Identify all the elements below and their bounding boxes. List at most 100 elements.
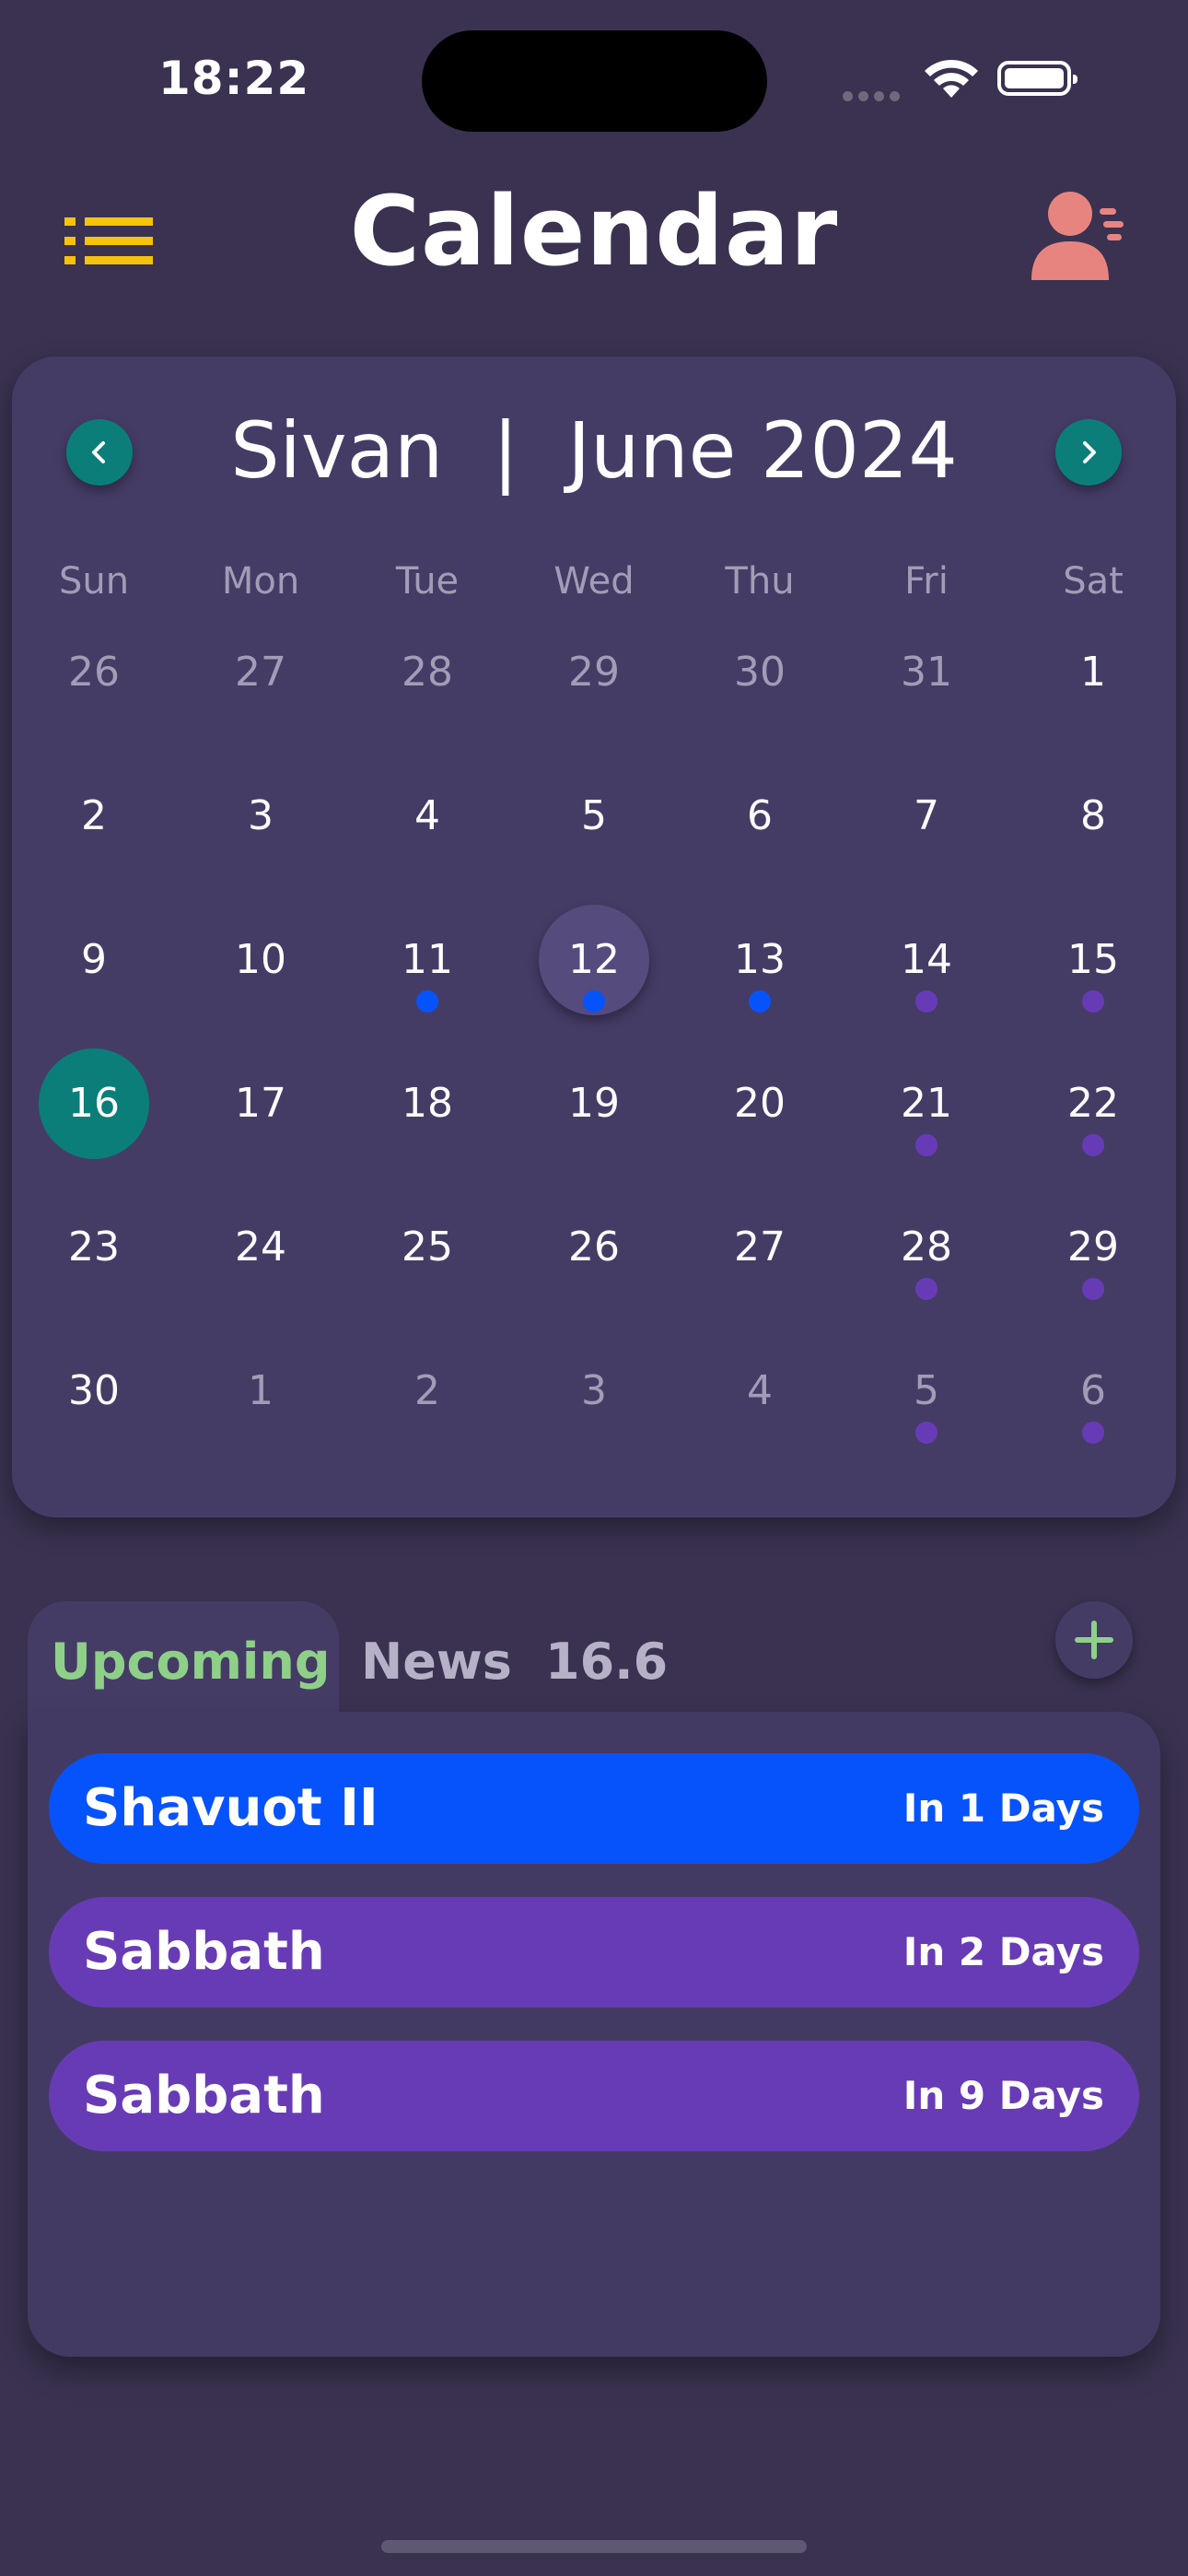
calendar-day[interactable]: 4 [344, 789, 511, 844]
event-dot-purple [915, 1134, 938, 1156]
day-number: 30 [68, 1367, 120, 1414]
calendar-day[interactable]: 10 [178, 932, 344, 988]
add-event-button[interactable] [1055, 1601, 1133, 1679]
weekday-label: Mon [221, 560, 300, 603]
calendar-day[interactable]: 22 [1010, 1076, 1177, 1131]
event-dot-purple [915, 990, 938, 1013]
calendar-day[interactable]: 30 [11, 1364, 178, 1419]
calendar-day[interactable]: 5 [844, 1364, 1010, 1419]
calendar-day[interactable]: 23 [11, 1220, 178, 1275]
day-number: 29 [1067, 1224, 1119, 1270]
day-number: 12 [568, 936, 620, 983]
day-number: 29 [568, 649, 620, 696]
day-number: 15 [1067, 936, 1119, 983]
calendar-day[interactable]: 18 [344, 1076, 511, 1131]
event-item[interactable]: Sabbath In 2 Days [49, 1897, 1139, 2008]
calendar-day[interactable]: 11 [344, 932, 511, 988]
calendar-day[interactable]: 19 [511, 1076, 678, 1131]
day-number: 17 [235, 1080, 286, 1127]
calendar-day[interactable]: 29 [1010, 1220, 1177, 1275]
day-number: 16 [68, 1080, 120, 1127]
calendar-day-selected[interactable]: 12 [511, 905, 678, 1015]
calendar-day[interactable]: 13 [677, 932, 844, 988]
calendar-day[interactable]: 9 [11, 932, 178, 988]
day-number: 6 [1080, 1367, 1106, 1414]
event-dot-blue [749, 990, 771, 1013]
event-dot-purple [1082, 1422, 1104, 1444]
calendar-day[interactable]: 2 [11, 789, 178, 844]
dynamic-island [422, 30, 767, 132]
weekday-label: Wed [553, 560, 635, 603]
calendar-day[interactable]: 21 [844, 1076, 1010, 1131]
day-number: 22 [1067, 1080, 1119, 1127]
calendar-day[interactable]: 5 [511, 789, 678, 844]
next-month-button[interactable] [1055, 419, 1122, 486]
calendar-day[interactable]: 1 [178, 1364, 344, 1419]
calendar-day[interactable]: 25 [344, 1220, 511, 1275]
day-number: 19 [568, 1080, 620, 1127]
calendar-day[interactable]: 6 [1010, 1364, 1177, 1419]
event-countdown: In 1 Days [903, 1786, 1104, 1831]
event-dot-blue [416, 990, 438, 1013]
event-name: Sabbath [83, 2066, 325, 2125]
day-number: 13 [734, 936, 786, 983]
home-indicator[interactable] [381, 2540, 807, 2553]
event-item[interactable]: Shavuot II In 1 Days [49, 1753, 1139, 1864]
day-number: 5 [581, 792, 607, 839]
day-number: 4 [747, 1367, 773, 1414]
user-profile-icon[interactable] [1030, 188, 1131, 284]
calendar-day[interactable]: 15 [1010, 932, 1177, 988]
calendar-day[interactable]: 7 [844, 789, 1010, 844]
day-number: 27 [734, 1224, 786, 1270]
plus-icon [1075, 1621, 1113, 1659]
event-item[interactable]: Sabbath In 9 Days [49, 2041, 1139, 2151]
day-number: 24 [235, 1224, 286, 1270]
calendar-day[interactable]: 31 [844, 645, 1010, 700]
day-number: 30 [734, 649, 786, 696]
calendar-day[interactable]: 17 [178, 1076, 344, 1131]
calendar-day[interactable]: 3 [511, 1364, 678, 1419]
event-dot-purple [915, 1278, 938, 1300]
calendar-day[interactable]: 2 [344, 1364, 511, 1419]
calendar-day[interactable]: 30 [677, 645, 844, 700]
event-name: Sabbath [83, 1922, 325, 1982]
weekday-label: Tue [395, 560, 460, 603]
day-number: 3 [581, 1367, 607, 1414]
tab-date[interactable]: 16.6 [545, 1633, 668, 1691]
cellular-signal-icon [843, 88, 905, 105]
calendar-day[interactable]: 1 [1010, 645, 1177, 700]
event-dot-blue [583, 990, 605, 1013]
calendar-day[interactable]: 28 [844, 1220, 1010, 1275]
tab-upcoming[interactable]: Upcoming [51, 1633, 331, 1691]
calendar-day[interactable]: 6 [677, 789, 844, 844]
event-dot-purple [915, 1422, 938, 1444]
day-number: 25 [402, 1224, 453, 1270]
month-title: Sivan | June 2024 [230, 405, 958, 496]
calendar-day[interactable]: 26 [511, 1220, 678, 1275]
day-number: 1 [248, 1367, 274, 1414]
weekday-label: Sat [1063, 560, 1124, 603]
calendar-day[interactable]: 4 [677, 1364, 844, 1419]
calendar-day[interactable]: 3 [178, 789, 344, 844]
calendar-day[interactable]: 26 [11, 645, 178, 700]
weekday-label: Fri [904, 560, 949, 603]
calendar-day-today[interactable]: 16 [11, 1048, 178, 1159]
calendar-day[interactable]: 28 [344, 645, 511, 700]
tab-news[interactable]: News [361, 1633, 512, 1691]
day-number: 26 [68, 649, 120, 696]
calendar-day[interactable]: 27 [178, 645, 344, 700]
calendar-day[interactable]: 8 [1010, 789, 1177, 844]
day-number: 21 [901, 1080, 952, 1127]
calendar-day[interactable]: 24 [178, 1220, 344, 1275]
day-number: 14 [901, 936, 952, 983]
calendar-day[interactable]: 20 [677, 1076, 844, 1131]
calendar-day[interactable]: 14 [844, 932, 1010, 988]
wifi-icon [925, 59, 978, 98]
status-time: 18:22 [158, 52, 310, 105]
day-number: 7 [914, 792, 939, 839]
day-number: 28 [402, 649, 453, 696]
event-countdown: In 9 Days [903, 2073, 1104, 2118]
calendar-day[interactable]: 29 [511, 645, 678, 700]
event-name: Shavuot II [83, 1778, 379, 1838]
calendar-day[interactable]: 27 [677, 1220, 844, 1275]
